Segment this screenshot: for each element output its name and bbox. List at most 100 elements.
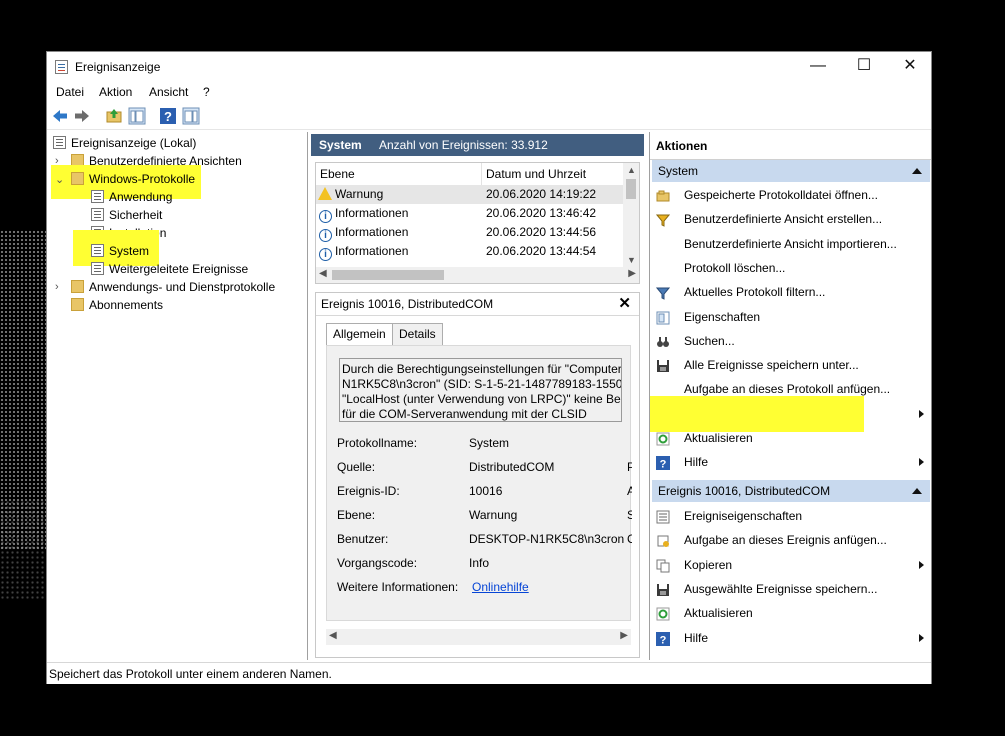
table-row[interactable]: Warnung 20.06.2020 14:19:22 [316,185,624,204]
submenu-arrow-icon [919,560,924,569]
action-protokoll-löschen[interactable]: Protokoll löschen... [656,257,928,279]
column-header-datetime[interactable]: Datum und Uhrzeit [482,163,586,185]
event-list-vertical-scrollbar[interactable]: ▲ ▼ [623,163,639,267]
menu-ansicht[interactable]: Ansicht [149,85,188,99]
submenu-arrow-icon [919,458,924,467]
actions-section-event[interactable]: Ereignis 10016, DistributedCOM [652,480,930,502]
help-icon: ? [656,455,670,471]
log-name: System [319,138,362,152]
collapse-arrow-icon[interactable] [912,168,922,174]
up-folder-icon[interactable] [105,107,123,125]
expand-arrow-icon[interactable]: › [55,281,59,293]
close-button[interactable]: ✕ [887,52,933,82]
forward-icon[interactable] [73,107,91,125]
tree-item-windows-logs[interactable]: Windows-Protokolle [71,170,195,188]
navigation-tree: Ereignisanzeige (Lokal) › Benutzerdefini… [47,132,308,660]
menu-help[interactable]: ? [203,85,210,99]
event-list: Ebene Datum und Uhrzeit Warnung 20.06.20… [315,162,640,284]
scroll-left-icon[interactable]: ◀ [319,268,327,279]
event-action-kopieren[interactable]: Kopieren [656,554,928,576]
tree-item-subscriptions[interactable]: Abonnements [71,296,163,314]
tree-item-forwarded-events[interactable]: Weitergeleitete Ereignisse [91,260,248,278]
tree-root[interactable]: Ereignisanzeige (Lokal) [53,134,196,152]
event-viewer-app-icon [55,60,68,74]
action-gespeicherte-protokolldatei-öffnen[interactable]: Gespeicherte Protokolldatei öffnen... [656,184,928,206]
event-count: Anzahl von Ereignissen: 33.912 [379,138,548,152]
tree-item-sicherheit[interactable]: Sicherheit [91,206,162,224]
event-list-horizontal-scrollbar[interactable]: ◀ ▶ [316,267,639,283]
row-level: Informationen [335,206,409,220]
action-suchen[interactable]: Suchen... [656,330,928,352]
action-label: Aktuelles Protokoll filtern... [684,285,826,300]
section-title: System [658,164,699,178]
menu-datei[interactable]: Datei [56,85,84,99]
binoculars-icon [656,334,670,348]
actions-section-system[interactable]: System [652,160,930,182]
log-icon [91,244,104,257]
scroll-thumb[interactable] [626,179,636,199]
copy-icon [656,558,670,573]
event-action-hilfe[interactable]: ? Hilfe [656,627,928,649]
detail-horizontal-scrollbar[interactable]: ◀ ▶ [326,629,631,645]
menu-bar: Datei Aktion Ansicht ? [47,82,931,102]
scroll-left-icon[interactable]: ◀ [329,630,337,641]
online-help-link[interactable]: Onlinehilfe [472,580,529,594]
close-detail-icon[interactable]: ✕ [618,294,631,312]
tree-item-label: Sicherheit [109,208,163,222]
prop-label-vorgangscode: Vorgangscode: [337,556,418,570]
svg-text:?: ? [660,634,667,646]
prop-value-protokollname: System [469,436,510,450]
scroll-down-icon[interactable]: ▼ [627,255,636,265]
action-benutzerdefinierte-ansicht-erstellen[interactable]: Benutzerdefinierte Ansicht erstellen... [655,208,928,230]
tree-item-label: Windows-Protokolle [89,172,196,186]
event-action-ereigniseigenschaften[interactable]: Ereigniseigenschaften [656,505,928,527]
tree-item-system[interactable]: System [91,242,149,260]
minimize-button[interactable]: — [795,52,841,82]
open-folder-icon [656,188,670,202]
info-icon: i [319,248,332,261]
prop-cut-text: S [627,508,632,522]
action-aktuelles-protokoll-filtern[interactable]: Aktuelles Protokoll filtern... [655,281,928,303]
tab-allgemein[interactable]: Allgemein [326,323,393,347]
collapse-arrow-icon[interactable] [912,488,922,494]
column-header-level[interactable]: Ebene [316,163,482,185]
scroll-thumb[interactable] [332,270,444,280]
scroll-right-icon[interactable]: ▶ [620,630,628,641]
table-row[interactable]: i Informationen 20.06.2020 13:44:56 [316,223,624,242]
event-action-aktualisieren[interactable]: Aktualisieren [656,602,928,624]
table-row[interactable]: i Informationen 20.06.2020 13:44:54 [316,242,624,261]
action-alle-ereignisse-speichern-unter[interactable]: Alle Ereignisse speichern unter... [656,354,928,376]
row-level: Informationen [335,225,409,239]
action-label: Ereigniseigenschaften [684,509,803,523]
event-action-ausgewählte-ereignisse-speichern[interactable]: Ausgewählte Ereignisse speichern... [656,578,928,600]
menu-aktion[interactable]: Aktion [99,85,132,99]
folder-icon [71,172,84,185]
maximize-button[interactable]: ☐ [841,52,887,82]
scroll-up-icon[interactable]: ▲ [627,165,636,175]
event-viewer-window: Ereignisanzeige — ☐ ✕ Datei Aktion Ansic… [46,51,932,684]
action-eigenschaften[interactable]: Eigenschaften [656,306,928,328]
back-icon[interactable] [51,107,69,125]
properties-icon[interactable] [182,107,200,125]
tree-item-anwendung[interactable]: Anwendung [91,188,172,206]
collapse-arrow-icon[interactable]: ⌄ [55,173,64,186]
tree-item-app-service-logs[interactable]: Anwendungs- und Dienstprotokolle [71,278,275,296]
event-action-aufgabe-an-dieses-ereignis-anfügen[interactable]: Aufgabe an dieses Ereignis anfügen... [656,529,928,551]
action-benutzerdefinierte-ansicht-importieren[interactable]: Benutzerdefinierte Ansicht importieren..… [656,233,928,255]
prop-value-quelle: DistributedCOM [469,460,555,474]
save-icon [656,358,670,373]
tab-details[interactable]: Details [392,323,443,346]
table-row[interactable]: i Informationen 20.06.2020 13:46:42 [316,204,624,223]
info-icon: i [319,210,332,223]
highlight-marker [650,396,864,432]
action-label: Gespeicherte Protokolldatei öffnen... [684,188,878,202]
help-icon[interactable]: ? [159,107,177,125]
show-hide-tree-icon[interactable] [128,107,146,125]
action-hilfe[interactable]: ? Hilfe [656,451,928,473]
scroll-right-icon[interactable]: ▶ [628,268,636,279]
event-description[interactable]: Durch die Berechtigungseinstellungen für… [339,358,622,422]
general-tab-content: Durch die Berechtigungseinstellungen für… [326,345,632,621]
action-label: Aufgabe an dieses Ereignis anfügen... [684,533,887,548]
warning-icon [318,187,332,200]
action-label: Hilfe [684,630,709,645]
